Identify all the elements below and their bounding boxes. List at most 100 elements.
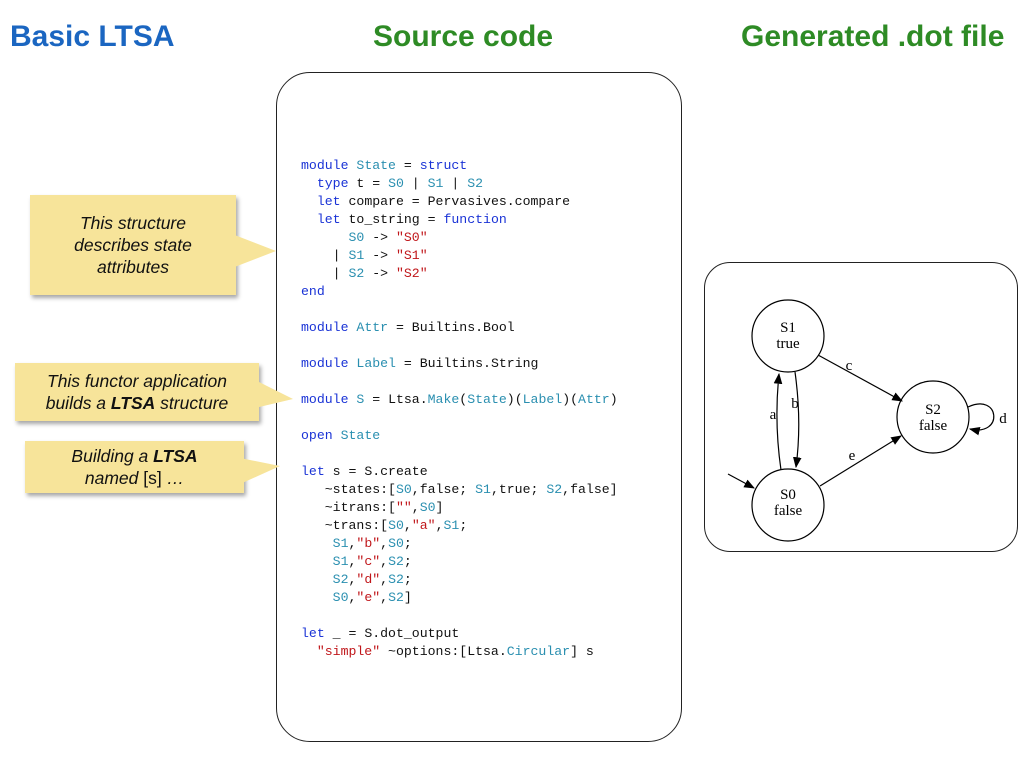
code-token: module [301,356,349,371]
edge-d [967,403,995,436]
note-text: This structure describes state attributes [74,212,192,278]
code-token: ,false; [411,482,476,497]
code-line: S1,"c",S2; [301,554,412,569]
code-token: to_string = [340,212,444,227]
code-token: S0 [388,536,404,551]
note-text-run: attributes [97,257,169,277]
code-token: ; [403,536,412,551]
edge-a [773,372,783,471]
code-token: "S0" [395,230,428,245]
code-token: let [301,464,325,479]
code-token: "d" [356,572,381,587]
note-text: Building a LTSA named [s] … [71,445,197,489]
note-building-pointer [240,458,280,484]
code-token: S2 [388,590,404,605]
code-token: module [301,320,349,335]
code-token: S2 [348,266,365,281]
node-s2-attr: false [919,418,948,434]
code-line: end [301,284,325,299]
node-s0: S0 false [751,468,825,542]
edge-c [817,354,903,402]
edge-c-label: c [846,358,853,374]
code-token: = Builtins.String [395,356,539,371]
code-token: S2 [388,572,404,587]
code-token: )( [562,392,579,407]
code-token: Attr [356,320,389,335]
code-line: | S2 -> "S2" [301,266,428,281]
code-token: ; [403,572,412,587]
code-token: ~states:[ [301,482,396,497]
node-s2: S2 false [896,380,970,454]
code-token: module [301,392,349,407]
code-token: , [380,536,389,551]
code-token: Label [522,392,563,407]
code-token: Attr [578,392,610,407]
code-line: let s = S.create [301,464,428,479]
node-s1-name: S1 [780,320,796,336]
code-token: State [356,158,396,173]
note-text-run: describes state [74,235,192,255]
code-token: , [380,572,389,587]
note-text-run: This structure [79,213,186,233]
node-s0-name: S0 [780,487,796,503]
code-token: S1 [475,482,491,497]
code-token: struct [419,158,468,173]
code-token: function [443,212,507,227]
code-token: S0 [388,518,404,533]
code-token: ] s [570,644,594,659]
node-s1-attr: true [776,336,800,352]
code-token: S1 [332,536,349,551]
code-line: open State [301,428,380,443]
code-token: State [340,428,381,443]
code-token: ,false] [562,482,618,497]
code-token: | [403,176,428,191]
code-token: -> [364,266,396,281]
code-line: let to_string = function [301,212,507,227]
note-state-pointer [232,234,276,268]
code-token: compare = Pervasives.compare [340,194,571,209]
code-token: t = [348,176,389,191]
generated-dot-heading: Generated .dot file [741,20,1005,53]
code-token: S1 [443,518,460,533]
code-line: module Attr = Builtins.Bool [301,320,515,335]
code-line: | S1 -> "S1" [301,248,428,263]
code-token: module [301,158,349,173]
code-token: S2 [467,176,484,191]
code-token: s = S.create [324,464,428,479]
edge-e-label: e [849,448,856,464]
code-token: "c" [356,554,381,569]
code-token: S0 [348,230,365,245]
note-text-run: This functor application [47,371,227,391]
note-state-structure: This structure describes state attributes [30,195,236,295]
note-functor-application: This functor application builds a LTSA st… [15,363,259,421]
edge-b [793,371,802,469]
edge-e [819,435,902,487]
code-token: ,true; [490,482,547,497]
code-token: S2 [546,482,563,497]
note-text-run: … [161,468,185,488]
code-token: , [411,500,420,515]
code-token: "a" [411,518,436,533]
code-token: )( [506,392,523,407]
code-line: S2,"d",S2; [301,572,412,587]
code-token: end [301,284,325,299]
note-text-run: LTSA [110,393,156,413]
code-token: = Ltsa. [364,392,428,407]
code-line: "simple" ~options:[Ltsa.Circular] s [301,644,594,659]
code-line: S1,"b",S0; [301,536,412,551]
code-token: | [301,266,349,281]
code-token: "S2" [395,266,428,281]
source-code-heading: Source code [373,20,554,53]
note-building-ltsa: Building a LTSA named [s] … [25,441,244,493]
code-line: let compare = Pervasives.compare [301,194,570,209]
code-token: , [380,554,389,569]
code-token: S1 [332,554,349,569]
code-token: S0 [332,590,349,605]
code-line: ~itrans:["",S0] [301,500,444,515]
code-token: ~itrans:[ [301,500,396,515]
